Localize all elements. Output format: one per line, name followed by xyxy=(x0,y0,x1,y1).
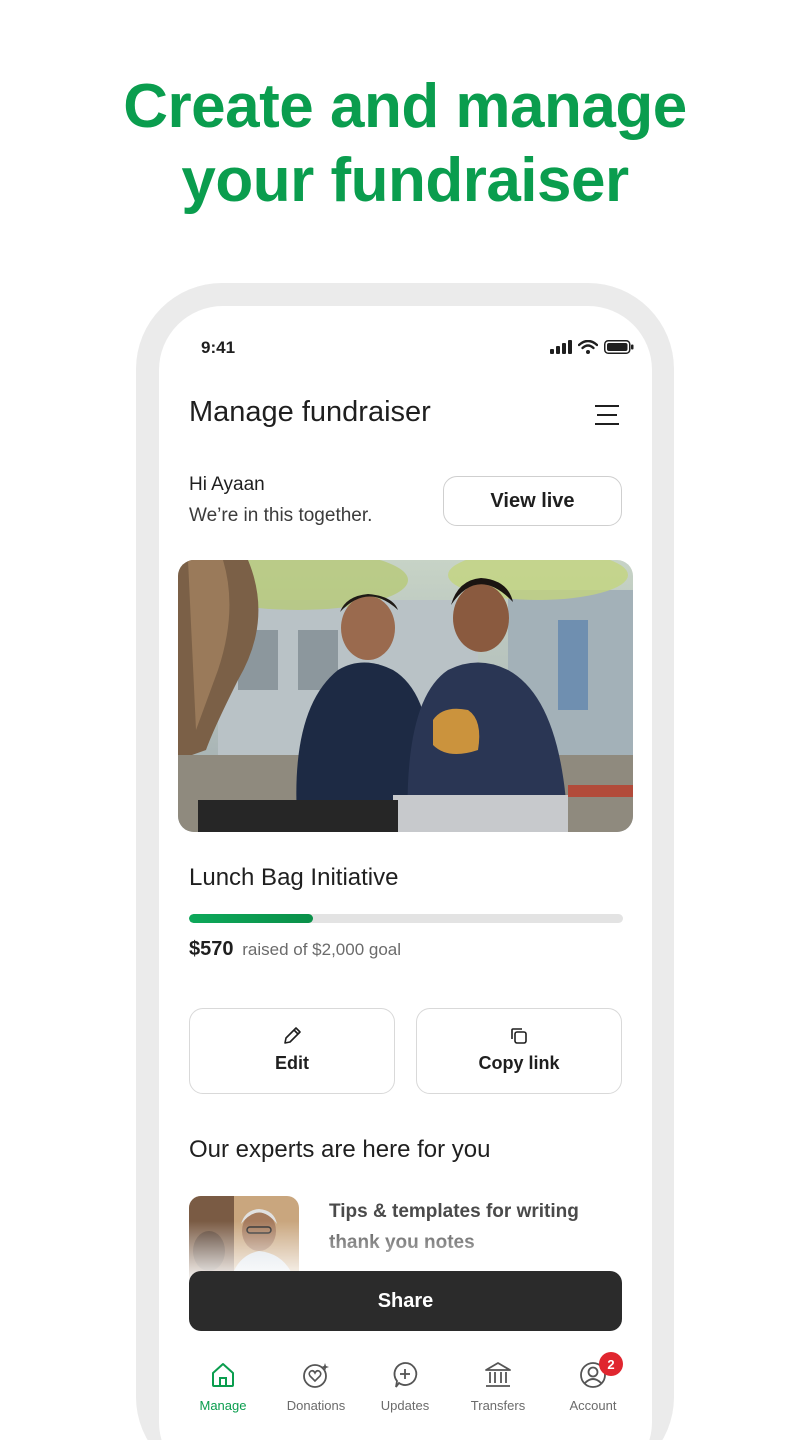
greeting-name: Hi Ayaan xyxy=(189,474,265,495)
hamburger-menu-icon[interactable] xyxy=(594,404,620,426)
fundraiser-progress-bar xyxy=(189,914,623,923)
heart-sparkle-icon xyxy=(303,1363,329,1388)
copy-link-label: Copy link xyxy=(478,1053,560,1073)
nav-item-donations[interactable]: Donations xyxy=(269,1346,363,1413)
expert-card-title[interactable]: Tips & templates for writing thank you n… xyxy=(329,1196,619,1258)
battery-icon xyxy=(604,340,634,354)
headline-line-2: your fundraiser xyxy=(181,146,629,215)
bottom-nav: Manage Donations Updates Transfers Accou… xyxy=(159,1346,652,1426)
fundraiser-title: Lunch Bag Initiative xyxy=(189,864,399,891)
nav-item-account[interactable]: Account 2 xyxy=(546,1346,640,1413)
raised-amount: $570 xyxy=(189,938,234,960)
expert-card-title-line-1: Tips & templates for writing xyxy=(329,1201,579,1222)
nav-item-transfers[interactable]: Transfers xyxy=(451,1346,545,1413)
fundraiser-cover-photo xyxy=(178,560,633,832)
bank-icon xyxy=(485,1362,511,1387)
headline-line-1: Create and manage xyxy=(123,72,687,141)
nav-item-updates[interactable]: Updates xyxy=(358,1346,452,1413)
signal-icon xyxy=(550,340,572,354)
page-title: Manage fundraiser xyxy=(189,396,431,428)
greeting-subtitle: We’re in this together. xyxy=(189,505,373,526)
status-time: 9:41 xyxy=(201,338,236,357)
nav-label-transfers: Transfers xyxy=(470,1398,526,1413)
update-plus-icon xyxy=(393,1362,418,1388)
pencil-icon xyxy=(284,1027,301,1044)
account-notification-badge: 2 xyxy=(599,1352,623,1376)
edit-label: Edit xyxy=(275,1053,309,1073)
view-live-button[interactable]: View live xyxy=(443,476,622,526)
raised-summary: $570 raised of $2,000 goal xyxy=(189,938,401,961)
copy-link-button[interactable]: Copy link xyxy=(416,1008,622,1094)
expert-card-title-line-2: thank you notes xyxy=(329,1232,475,1253)
phone-screen: 9:41 Manage fundraiser Hi Ayaan We’re in… xyxy=(159,306,652,1440)
nav-item-manage[interactable]: Manage xyxy=(176,1346,270,1413)
nav-label-updates: Updates xyxy=(380,1398,430,1413)
experts-section-title: Our experts are here for you xyxy=(189,1136,491,1163)
nav-label-manage: Manage xyxy=(199,1398,247,1413)
edit-button[interactable]: Edit xyxy=(189,1008,395,1094)
share-button[interactable]: Share xyxy=(189,1271,622,1331)
nav-label-account: Account xyxy=(569,1398,617,1413)
home-icon xyxy=(212,1363,234,1387)
copy-icon xyxy=(511,1028,527,1044)
wifi-icon xyxy=(578,340,598,354)
raised-goal-text: raised of $2,000 goal xyxy=(242,940,402,959)
progress-fill xyxy=(189,914,313,923)
status-icons xyxy=(550,340,634,354)
promo-headline: Create and manage your fundraiser xyxy=(0,70,810,218)
nav-label-donations: Donations xyxy=(286,1398,346,1413)
